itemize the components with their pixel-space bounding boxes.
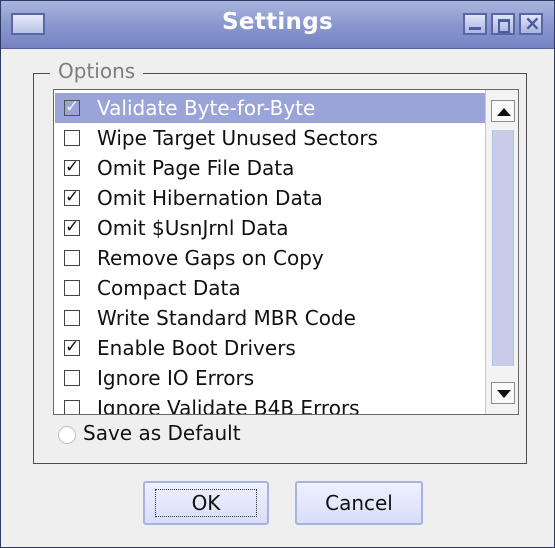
option-row[interactable]: Ignore Validate B4B Errors <box>55 393 485 415</box>
option-row[interactable]: Omit Page File Data <box>55 153 485 183</box>
option-label: Wipe Target Unused Sectors <box>97 126 378 150</box>
option-row[interactable]: Write Standard MBR Code <box>55 303 485 333</box>
option-checkbox[interactable] <box>64 250 80 266</box>
options-list[interactable]: Validate Byte-for-Byte Wipe Target Unused… <box>53 89 519 415</box>
option-checkbox[interactable] <box>64 187 80 207</box>
scroll-down-icon[interactable] <box>491 382 515 404</box>
option-checkbox[interactable] <box>64 280 80 296</box>
minimize-icon[interactable] <box>463 13 487 35</box>
options-group-label: Options <box>50 59 144 83</box>
ok-button[interactable]: OK <box>143 481 269 525</box>
scroll-up-icon[interactable] <box>491 100 515 122</box>
save-default-radio[interactable] <box>58 426 76 444</box>
option-checkbox[interactable] <box>64 310 80 326</box>
cancel-button[interactable]: Cancel <box>295 481 423 525</box>
option-label: Compact Data <box>97 276 241 300</box>
option-label: Validate Byte-for-Byte <box>97 96 316 120</box>
option-label: Omit Page File Data <box>97 156 295 180</box>
option-label: Write Standard MBR Code <box>97 306 356 330</box>
option-label: Ignore Validate B4B Errors <box>97 396 360 415</box>
close-icon[interactable] <box>519 11 543 35</box>
option-label: Enable Boot Drivers <box>97 336 296 360</box>
option-checkbox[interactable] <box>64 370 80 386</box>
option-label: Omit Hibernation Data <box>97 186 323 210</box>
option-checkbox[interactable] <box>64 337 80 357</box>
maximize-icon[interactable] <box>491 13 515 35</box>
option-row[interactable]: Remove Gaps on Copy <box>55 243 485 273</box>
vertical-scrollbar[interactable] <box>485 90 518 414</box>
option-row[interactable]: Omit $UsnJrnl Data <box>55 213 485 243</box>
focus-ring <box>155 489 257 517</box>
option-label: Ignore IO Errors <box>97 366 255 390</box>
title-bar[interactable]: Settings <box>1 1 554 49</box>
option-checkbox[interactable] <box>64 157 80 177</box>
option-row[interactable]: Omit Hibernation Data <box>55 183 485 213</box>
option-label: Omit $UsnJrnl Data <box>97 216 289 240</box>
scroll-thumb[interactable] <box>492 130 514 366</box>
save-default-label[interactable]: Save as Default <box>83 421 241 445</box>
cancel-button-label: Cancel <box>325 491 393 515</box>
option-checkbox[interactable] <box>64 217 80 237</box>
option-checkbox[interactable] <box>64 97 80 117</box>
option-row[interactable]: Validate Byte-for-Byte <box>55 93 485 123</box>
settings-dialog: Settings Options Validate Byte-for-Byte W… <box>0 0 555 548</box>
option-checkbox[interactable] <box>64 130 80 146</box>
option-row[interactable]: Ignore IO Errors <box>55 363 485 393</box>
option-row[interactable]: Enable Boot Drivers <box>55 333 485 363</box>
option-row[interactable]: Compact Data <box>55 273 485 303</box>
option-row[interactable]: Wipe Target Unused Sectors <box>55 123 485 153</box>
option-checkbox[interactable] <box>64 400 80 414</box>
option-label: Remove Gaps on Copy <box>97 246 324 270</box>
